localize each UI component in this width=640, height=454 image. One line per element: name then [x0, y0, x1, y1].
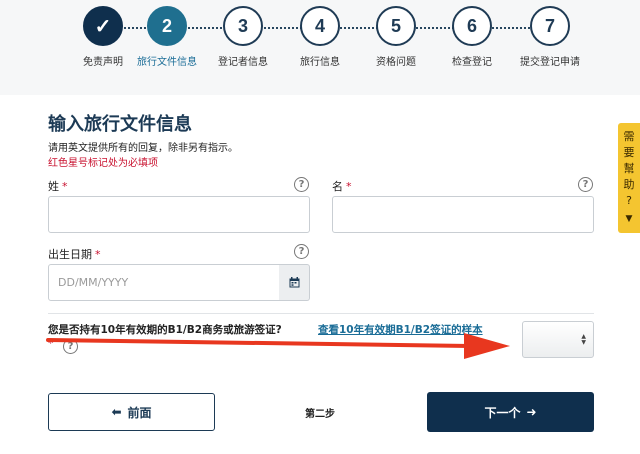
select-spinner-icon: ▲ ▼ [581, 333, 586, 346]
step-label: 检查登记 [452, 57, 492, 68]
step-7-submit[interactable]: 7 提交登记申请 [512, 6, 588, 68]
given-name-field[interactable] [332, 196, 594, 233]
step-label: 旅行文件信息 [137, 57, 197, 68]
help-icon[interactable]: ? [63, 339, 78, 354]
step-3-registrant[interactable]: 3 登记者信息 [205, 6, 281, 68]
arrow-left-icon: ⬅ [111, 405, 122, 419]
dob-label-text: 出生日期 [48, 248, 92, 261]
check-icon: ✓ [83, 6, 123, 46]
step-indicator: 第二步 [305, 409, 335, 420]
step-number: 6 [452, 6, 492, 46]
dob-field[interactable] [48, 264, 280, 301]
visa-question: 您是否持有10年有效期的B1/B2商务或旅游签证? [48, 324, 282, 336]
help-tab-char: 幫 [623, 162, 635, 175]
help-tab-char: 助 [623, 178, 635, 191]
arrow-right-icon: ➜ [526, 405, 537, 419]
given-name-label-text: 名 [332, 180, 343, 193]
step-label: 旅行信息 [300, 57, 340, 68]
required-asterisk: * [95, 248, 101, 261]
section-divider [48, 313, 594, 314]
surname-field[interactable] [48, 196, 310, 233]
help-icon[interactable]: ? [294, 177, 309, 192]
required-asterisk: * [48, 337, 54, 350]
instructions-text: 请用英文提供所有的回复，除非另有指示。 [48, 143, 238, 154]
progress-steps: ✓ 免责声明 2 旅行文件信息 3 登记者信息 4 旅行信息 5 资格问题 6 … [0, 0, 640, 95]
step-5-eligibility[interactable]: 5 资格问题 [358, 6, 434, 68]
given-name-label: 名 * [332, 178, 352, 194]
visa-select[interactable]: ▲ ▼ [522, 321, 594, 358]
calendar-button[interactable] [279, 264, 310, 301]
next-button[interactable]: 下一个 ➜ [427, 392, 594, 432]
help-tab[interactable]: 需 要 幫 助 ? ▼ [618, 123, 640, 233]
step-label: 提交登记申请 [520, 57, 580, 68]
required-asterisk: * [62, 180, 68, 193]
back-button-label: 前面 [127, 405, 152, 420]
help-icon[interactable]: ? [578, 177, 593, 192]
back-button[interactable]: ⬅ 前面 [48, 393, 215, 431]
step-number: 3 [223, 6, 263, 46]
next-button-label: 下一个 [484, 405, 521, 420]
step-label: 资格问题 [376, 57, 416, 68]
required-asterisk: * [346, 180, 352, 193]
required-note: 红色星号标记处为必填项 [48, 158, 158, 169]
surname-label-text: 姓 [48, 180, 59, 193]
step-number: 5 [376, 6, 416, 46]
triangle-down-icon: ▼ [625, 214, 633, 224]
surname-label: 姓 * [48, 178, 68, 194]
step-2-travel-document[interactable]: 2 旅行文件信息 [129, 6, 205, 68]
help-tab-char: 要 [623, 146, 635, 159]
help-icon[interactable]: ? [294, 244, 309, 259]
help-tab-char: ? [626, 194, 632, 207]
calendar-icon [289, 277, 299, 288]
step-number: 4 [300, 6, 340, 46]
step-label: 登记者信息 [218, 57, 268, 68]
visa-sample-link[interactable]: 查看10年有效期B1/B2签证的样本 [318, 322, 483, 337]
help-tab-char: 需 [623, 130, 635, 143]
step-number: 7 [530, 6, 570, 46]
step-6-review[interactable]: 6 检查登记 [434, 6, 510, 68]
step-4-travel-info[interactable]: 4 旅行信息 [282, 6, 358, 68]
step-number: 2 [147, 6, 187, 46]
dob-label: 出生日期 * [48, 246, 101, 262]
page-title: 输入旅行文件信息 [48, 114, 192, 135]
